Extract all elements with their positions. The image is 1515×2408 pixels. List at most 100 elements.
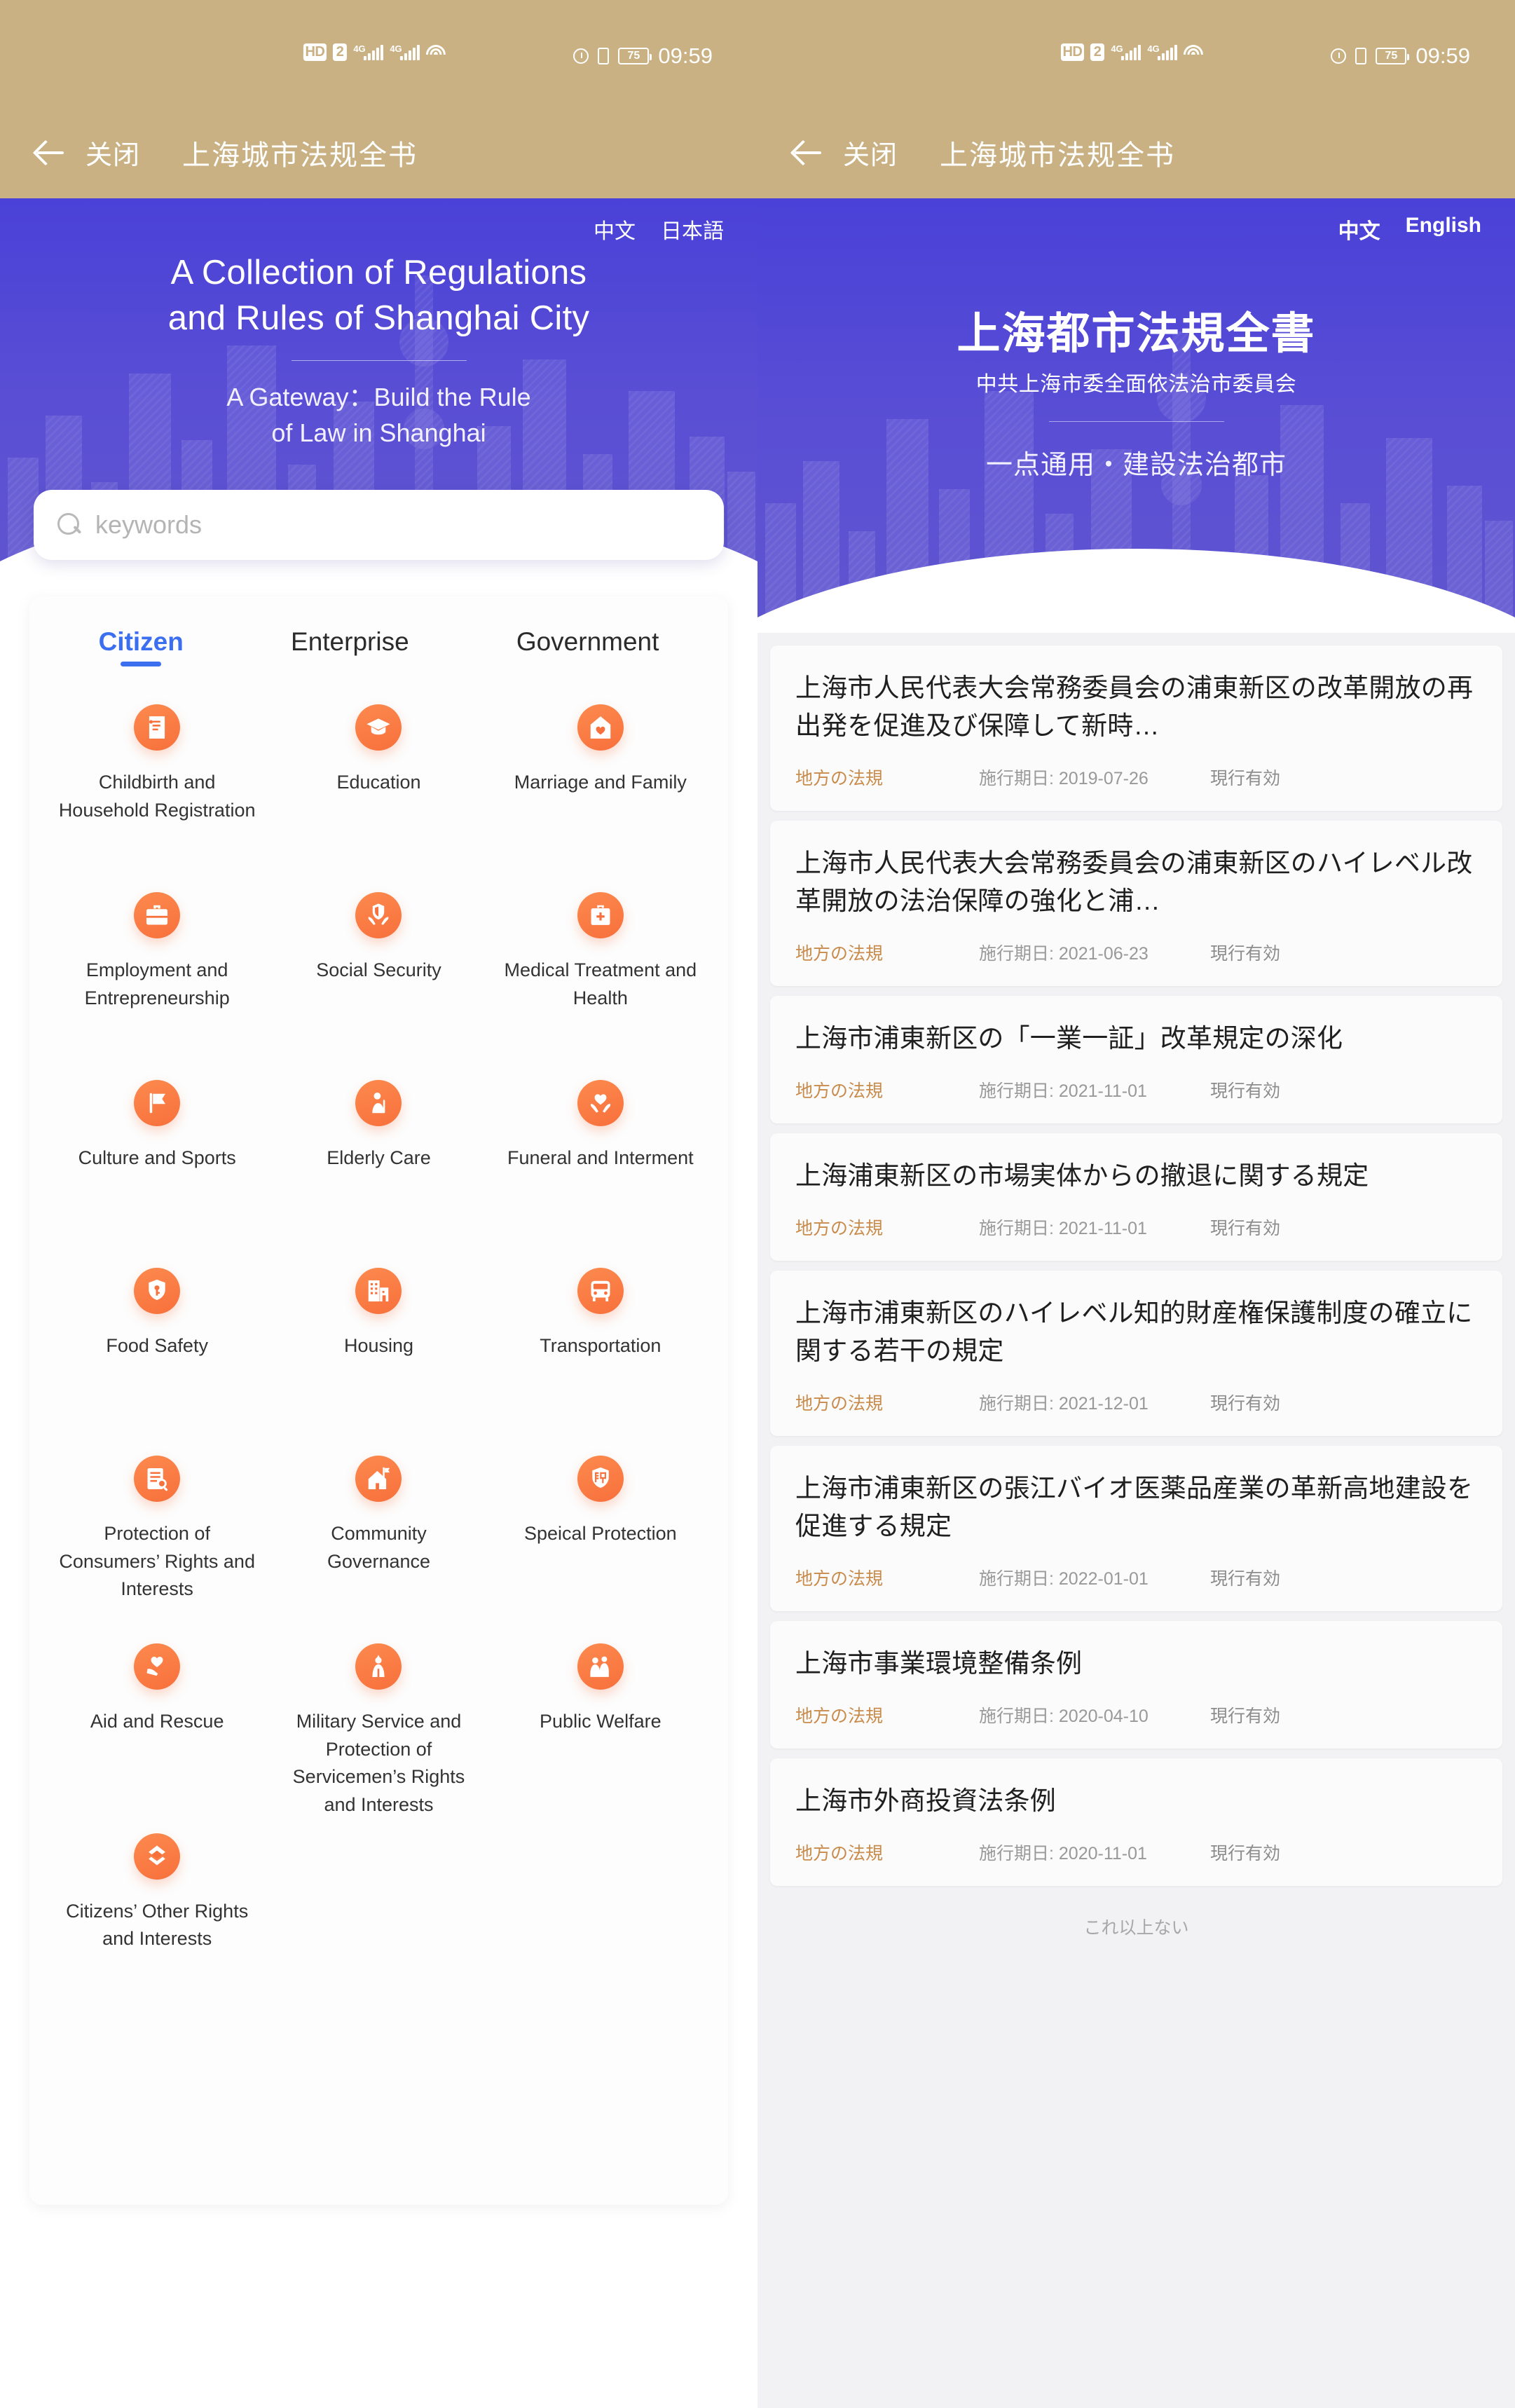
list-item[interactable]: 上海市事業環境整備条例 地方の法規 施行期日: 2020-04-10 現行有効 <box>770 1621 1502 1749</box>
list-item[interactable]: 上海市浦東新区の「一業一証」改革規定の深化 地方の法規 施行期日: 2021-1… <box>770 996 1502 1124</box>
category-item-marriage[interactable]: Marriage and Family <box>490 690 711 878</box>
category-label: Employment and Entrepreneurship <box>84 959 230 1008</box>
regulation-meta: 地方の法規 施行期日: 2019-07-26 現行有効 <box>795 765 1477 790</box>
close-button[interactable]: 关闭 <box>85 133 140 172</box>
regulation-title: 上海浦東新区の市場実体からの撤退に関する規定 <box>795 1161 1369 1191</box>
regulation-effective-date: 施行期日: 2021-06-23 <box>979 944 1149 964</box>
lang-option-ja[interactable]: 日本語 <box>661 214 724 245</box>
category-item-social-security[interactable]: Social Security <box>268 878 489 1066</box>
category-label: Community Governance <box>327 1523 431 1572</box>
category-item-public-welfare[interactable]: Public Welfare <box>490 1629 711 1819</box>
house-heart-icon <box>577 704 624 751</box>
category-item-funeral[interactable]: Funeral and Interment <box>490 1066 711 1254</box>
search-box[interactable] <box>34 490 724 560</box>
category-item-military-service[interactable]: Military Service and Protection of Servi… <box>268 1629 489 1819</box>
document-search-icon <box>134 1456 181 1502</box>
regulation-title: 上海市人民代表大会常務委員会の浦東新区のハイレベル改革開放の法治保障の強化と浦… <box>795 849 1473 916</box>
list-item[interactable]: 上海市浦東新区のハイレベル知的財産権保護制度の確立に関する若干の規定 地方の法規… <box>770 1271 1502 1437</box>
category-item-aid-rescue[interactable]: Aid and Rescue <box>46 1629 268 1819</box>
regulation-type-badge: 地方の法規 <box>795 1081 884 1102</box>
hero-divider <box>291 360 467 362</box>
lang-option-zh[interactable]: 中文 <box>594 214 636 245</box>
language-switcher-left: 中文 日本語 <box>594 214 724 245</box>
hd-icon: HD <box>303 43 327 61</box>
regulation-title: 上海市事業環境整備条例 <box>795 1649 1083 1678</box>
category-item-food-safety[interactable]: Food Safety <box>46 1254 268 1442</box>
battery-level-label: 75 <box>1385 50 1398 62</box>
hands-shield-icon <box>355 892 402 938</box>
status-bar-right: HD 2 4G 4G 75 09:59 <box>758 0 1515 107</box>
category-item-elderly-care[interactable]: Elderly Care <box>268 1066 489 1254</box>
category-grid: Childbirth and Household Registration Ed… <box>29 690 728 2007</box>
tab-citizen[interactable]: Citizen <box>99 627 184 666</box>
regulation-title: 上海市浦東新区のハイレベル知的財産権保護制度の確立に関する若干の規定 <box>795 1299 1473 1366</box>
lang-option-zh[interactable]: 中文 <box>1338 214 1380 245</box>
hero-subtitle-japanese: 一点通用・建設法治都市 <box>985 451 1287 480</box>
category-item-education[interactable]: Education <box>268 690 489 878</box>
category-item-medical[interactable]: Medical Treatment and Health <box>490 878 711 1066</box>
category-card: Citizen Enterprise Government Childbirth… <box>29 596 728 2205</box>
back-arrow-icon[interactable] <box>791 137 823 169</box>
regulation-effective-date: 施行期日: 2019-07-26 <box>979 769 1149 789</box>
regulation-effective-date: 施行期日: 2020-11-01 <box>979 1844 1147 1864</box>
tab-government[interactable]: Government <box>516 627 659 666</box>
regulation-effective-date: 施行期日: 2020-04-10 <box>979 1706 1149 1727</box>
regulation-status: 現行有効 <box>1210 769 1281 789</box>
category-label: Public Welfare <box>540 1711 661 1732</box>
regulation-type-badge: 地方の法規 <box>795 1219 884 1239</box>
regulation-title: 上海市浦東新区の「一業一証」改革規定の深化 <box>795 1024 1343 1053</box>
category-item-community-governance[interactable]: Community Governance <box>268 1442 489 1629</box>
regulation-effective-date: 施行期日: 2021-11-01 <box>979 1081 1147 1102</box>
signal-bars-icon-1: 4G <box>1111 43 1142 60</box>
hero-title-line-2: and Rules of Shanghai City <box>167 299 590 337</box>
category-item-special-protection[interactable]: Speical Protection <box>490 1442 711 1629</box>
regulation-status: 現行有効 <box>1210 1394 1281 1414</box>
regulation-title: 上海市人民代表大会常務委員会の浦東新区の改革開放の再出発を促進及び保障して新時… <box>795 673 1474 741</box>
sim2-icon: 2 <box>1090 43 1105 61</box>
hero-subtitle-line-2: of Law in Shanghai <box>271 418 486 448</box>
shield-key-icon <box>134 1268 181 1314</box>
app-screen: HD 2 4G 4G 75 09:59 关闭 上海城市法规全书 中文 日本語 A… <box>0 0 1515 2408</box>
category-item-consumer-rights[interactable]: Protection of Consumers’ Rights and Inte… <box>46 1442 268 1629</box>
list-item[interactable]: 上海市外商投資法条例 地方の法規 施行期日: 2020-11-01 現行有効 <box>770 1758 1502 1887</box>
briefcase-icon <box>134 892 181 938</box>
birth-certificate-icon <box>134 704 181 751</box>
category-item-housing[interactable]: Housing <box>268 1254 489 1442</box>
list-item[interactable]: 上海浦東新区の市場実体からの撤退に関する規定 地方の法規 施行期日: 2021-… <box>770 1133 1502 1261</box>
elderly-person-icon <box>355 1080 402 1126</box>
regulation-status: 現行有効 <box>1210 1219 1281 1239</box>
wifi-icon <box>426 44 446 60</box>
category-item-culture-sports[interactable]: Culture and Sports <box>46 1066 268 1254</box>
layers-icon <box>134 1833 181 1880</box>
category-item-employment[interactable]: Employment and Entrepreneurship <box>46 878 268 1066</box>
category-label: Military Service and Protection of Servi… <box>292 1711 465 1816</box>
category-label: Marriage and Family <box>514 772 687 793</box>
clock-label: 09:59 <box>1415 43 1470 68</box>
regulation-meta: 地方の法規 施行期日: 2021-11-01 現行有効 <box>795 1215 1477 1240</box>
category-label: Protection of Consumers’ Rights and Inte… <box>59 1523 255 1600</box>
search-section <box>0 490 758 560</box>
tab-enterprise[interactable]: Enterprise <box>291 627 409 666</box>
list-item[interactable]: 上海市人民代表大会常務委員会の浦東新区のハイレベル改革開放の法治保障の強化と浦…… <box>770 821 1502 987</box>
category-label: Culture and Sports <box>78 1147 236 1168</box>
category-label: Funeral and Interment <box>507 1147 694 1168</box>
search-input[interactable] <box>95 510 700 540</box>
network-type-label-1: 4G <box>1111 43 1123 54</box>
regulation-meta: 地方の法規 施行期日: 2021-12-01 現行有効 <box>795 1390 1477 1415</box>
category-item-childbirth[interactable]: Childbirth and Household Registration <box>46 690 268 878</box>
category-item-transportation[interactable]: Transportation <box>490 1254 711 1442</box>
hero-organization-label: 中共上海市委全面依法治市委員会 <box>975 373 1297 396</box>
list-item[interactable]: 上海市人民代表大会常務委員会の浦東新区の改革開放の再出発を促進及び保障して新時…… <box>770 645 1502 812</box>
status-bar-right-left-icons: HD 2 4G 4G <box>1060 43 1204 61</box>
search-icon <box>57 513 81 537</box>
signal-bars-icon-2: 4G <box>390 43 420 60</box>
regulation-type-badge: 地方の法規 <box>795 1569 884 1589</box>
category-label: Transportation <box>540 1335 661 1356</box>
category-tabs: Citizen Enterprise Government <box>29 627 728 666</box>
category-item-other-rights[interactable]: Citizens’ Other Rights and Interests <box>46 1819 268 2007</box>
list-item[interactable]: 上海市浦東新区の張江バイオ医薬品産業の革新高地建設を促進する規定 地方の法規 施… <box>770 1446 1502 1612</box>
regulation-meta: 地方の法規 施行期日: 2020-04-10 現行有効 <box>795 1702 1477 1728</box>
back-arrow-icon[interactable] <box>34 137 66 169</box>
lang-option-en[interactable]: English <box>1406 214 1481 245</box>
close-button[interactable]: 关闭 <box>843 133 898 172</box>
